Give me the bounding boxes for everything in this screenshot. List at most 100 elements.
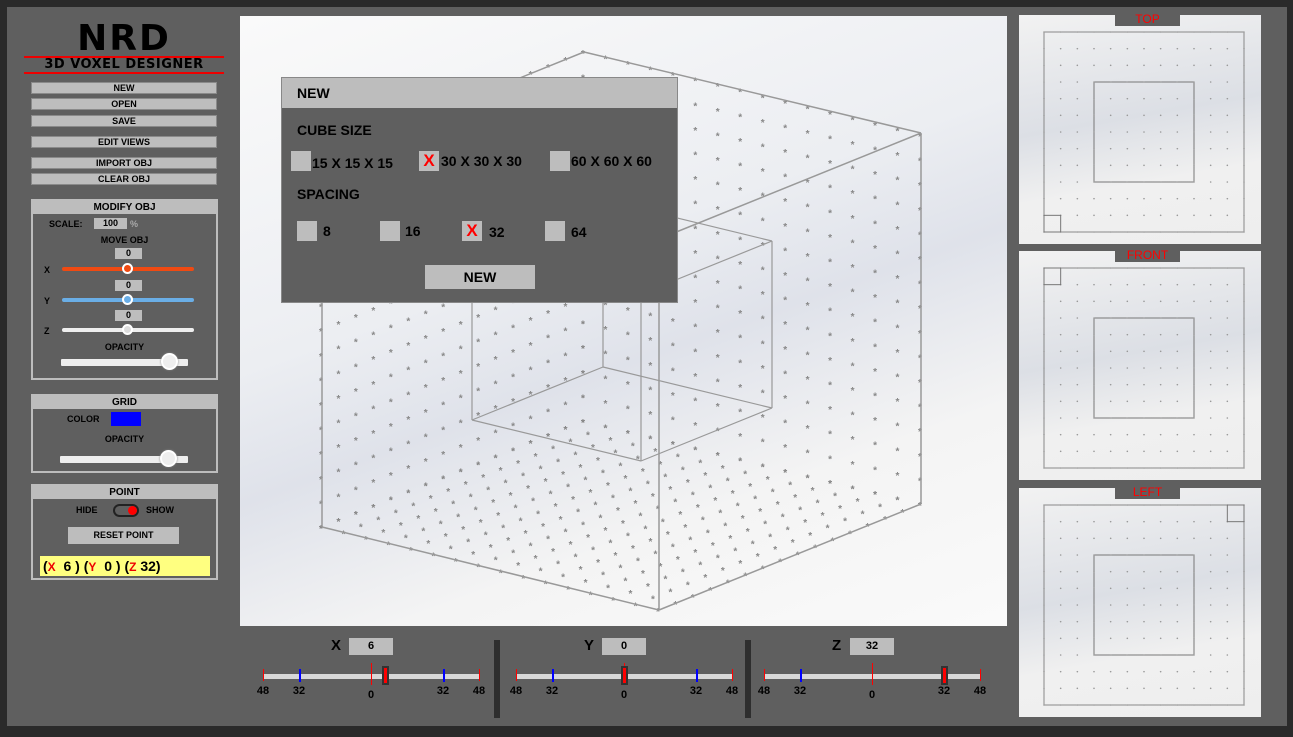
move-x-value[interactable]: 0 [115, 248, 142, 259]
clear-obj-button[interactable]: CLEAR OBJ [31, 173, 217, 185]
voxel-point: * [481, 473, 485, 484]
spacing-16-checkbox[interactable] [380, 221, 400, 241]
voxel-point: * [564, 527, 568, 538]
voxel-point: * [828, 430, 832, 441]
voxel-point: * [539, 464, 543, 475]
grid-dot [1193, 197, 1195, 200]
grid-opacity-slider[interactable] [60, 450, 188, 467]
obj-opacity-knob[interactable] [161, 353, 178, 370]
voxel-point: * [703, 471, 707, 482]
grid-dot [1226, 400, 1229, 403]
grid-dot [1176, 197, 1179, 200]
x-axis-handle[interactable] [381, 666, 389, 685]
grid-dot [1159, 520, 1162, 523]
new-button[interactable]: NEW [31, 82, 217, 94]
move-y-value[interactable]: 0 [115, 280, 142, 291]
move-x-knob[interactable] [122, 263, 133, 274]
move-z-slider[interactable] [62, 324, 194, 335]
voxel-point: * [511, 446, 515, 457]
left-view-canvas[interactable] [1019, 488, 1261, 717]
grid-dot [1143, 231, 1145, 233]
move-y-slider[interactable] [62, 294, 194, 305]
grid-dot [1143, 283, 1145, 286]
grid-dot [1093, 670, 1095, 673]
size-15-checkbox[interactable] [291, 151, 311, 171]
point-visibility-toggle[interactable] [113, 504, 139, 517]
voxel-point: * [673, 600, 677, 611]
move-y-knob[interactable] [122, 294, 133, 305]
spacing-16-label: 16 [405, 223, 421, 239]
x-key: X [47, 560, 56, 574]
voxel-point: * [843, 517, 847, 528]
top-view[interactable]: TOP [1019, 12, 1261, 244]
grid-dot [1159, 131, 1162, 133]
grid-dot [1093, 554, 1095, 556]
voxel-point: * [476, 387, 480, 398]
voxel-point: * [549, 490, 553, 501]
spacing-32-checkbox[interactable]: X [462, 221, 482, 241]
move-x-slider[interactable] [62, 263, 194, 274]
voxel-point: * [671, 542, 675, 553]
voxel-point: * [441, 401, 445, 412]
voxel-point: * [711, 541, 715, 552]
spacing-64-checkbox[interactable] [545, 221, 565, 241]
size-60-checkbox[interactable] [550, 151, 570, 171]
voxel-point: * [708, 483, 712, 494]
obj-opacity-slider[interactable] [61, 353, 188, 370]
grid-dot [1126, 97, 1129, 100]
grid-dot [1109, 620, 1112, 623]
grid-dot [1176, 231, 1179, 233]
grid-dot [1093, 231, 1095, 233]
voxel-point: * [653, 550, 657, 561]
front-view[interactable]: FRONT [1019, 248, 1261, 480]
grid-dot [1126, 197, 1129, 200]
voxel-point: * [806, 129, 810, 140]
grid-color-swatch[interactable] [111, 412, 141, 426]
grid-dot [1059, 197, 1062, 200]
grid-opacity-knob[interactable] [160, 450, 177, 467]
voxel-point: * [873, 392, 877, 403]
grid-dot [1159, 197, 1162, 200]
import-obj-button[interactable]: IMPORT OBJ [31, 157, 217, 169]
edit-views-button[interactable]: EDIT VIEWS [31, 136, 217, 148]
front-view-canvas[interactable] [1019, 251, 1261, 480]
grid-dot [1193, 383, 1195, 386]
grid-dot [1093, 317, 1095, 319]
voxel-point: * [441, 327, 445, 338]
voxel-point: * [586, 533, 590, 544]
top-view-canvas[interactable] [1019, 15, 1261, 244]
z-axis-handle[interactable] [941, 666, 948, 685]
size-30-label: 30 X 30 X 30 [441, 153, 522, 169]
grid-dot [1159, 637, 1162, 640]
tick-label: 48 [973, 685, 987, 697]
move-z-knob[interactable] [122, 324, 133, 335]
voxel-point: * [806, 154, 810, 165]
save-button[interactable]: SAVE [31, 115, 217, 127]
open-button[interactable]: OPEN [31, 98, 217, 110]
grid-dot [1043, 654, 1045, 656]
grid-dot [1043, 620, 1045, 623]
move-z-value[interactable]: 0 [115, 310, 142, 321]
voxel-point: * [646, 479, 650, 490]
left-view[interactable]: LEFT [1019, 485, 1261, 717]
voxel-point: * [459, 320, 463, 331]
scale-input[interactable]: 100 [94, 218, 127, 229]
voxel-point: * [761, 315, 765, 326]
move-x-label: X [44, 265, 51, 275]
size-30-checkbox[interactable]: X [419, 151, 439, 171]
voxel-point: * [608, 436, 612, 447]
voxel-point: * [761, 413, 765, 424]
x-axis-value[interactable]: 6 [349, 638, 393, 655]
voxel-point: * [783, 468, 787, 479]
voxel-point: * [564, 302, 568, 313]
spacing-8-checkbox[interactable] [297, 221, 317, 241]
z-axis-value[interactable]: 32 [850, 638, 894, 655]
voxel-point: * [816, 499, 820, 510]
voxel-point: * [424, 457, 428, 468]
y-axis-handle[interactable] [621, 666, 628, 685]
voxel-point: * [601, 571, 605, 582]
reset-point-button[interactable]: RESET POINT [68, 527, 179, 544]
y-axis-value[interactable]: 0 [602, 638, 646, 655]
voxel-point: * [561, 572, 565, 583]
dialog-new-button[interactable]: NEW [425, 265, 535, 289]
